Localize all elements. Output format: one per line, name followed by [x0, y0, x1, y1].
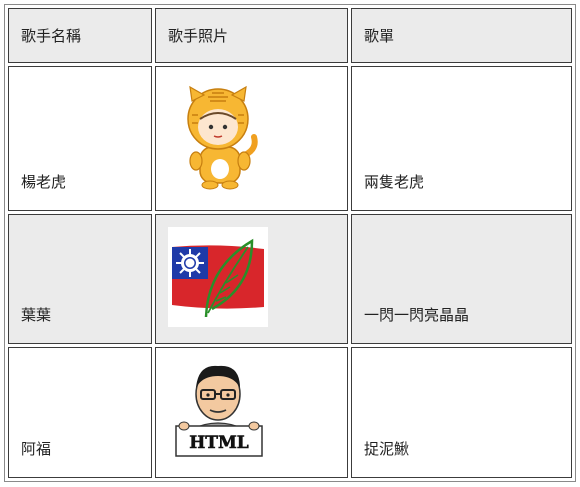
singer-name-cell: 楊老虎 — [8, 66, 152, 211]
singer-photo-cell — [155, 213, 348, 345]
singer-name-cell: 阿福 — [8, 347, 152, 478]
singer-photo-cell — [155, 66, 348, 211]
html-sign-text: HTML — [189, 433, 249, 453]
header-song-list: 歌單 — [351, 8, 572, 63]
tiger-costume-avatar-icon — [187, 85, 258, 190]
table-row: 葉葉 一閃一閃亮晶晶 — [8, 213, 572, 345]
singer-name-cell: 葉葉 — [8, 213, 152, 345]
header-singer-photo: 歌手照片 — [155, 8, 348, 63]
man-holding-html-sign-icon: HTML — [175, 366, 263, 457]
singer-photo-cell: HTML — [155, 347, 348, 478]
table-row: 楊老虎 兩隻老虎 — [8, 66, 572, 211]
singer-table: 歌手名稱 歌手照片 歌單 楊老虎 兩隻老虎 葉葉 一閃一閃亮晶晶 阿福 HTML… — [4, 4, 576, 482]
header-singer-name: 歌手名稱 — [8, 8, 152, 63]
table-header-row: 歌手名稱 歌手照片 歌單 — [8, 8, 572, 63]
song-list-cell: 捉泥鰍 — [351, 347, 572, 478]
song-list-cell: 一閃一閃亮晶晶 — [351, 213, 572, 345]
table-row: 阿福 HTML 捉泥鰍 — [8, 347, 572, 478]
taiwan-flag-leaf-icon — [168, 226, 268, 327]
song-list-cell: 兩隻老虎 — [351, 66, 572, 211]
